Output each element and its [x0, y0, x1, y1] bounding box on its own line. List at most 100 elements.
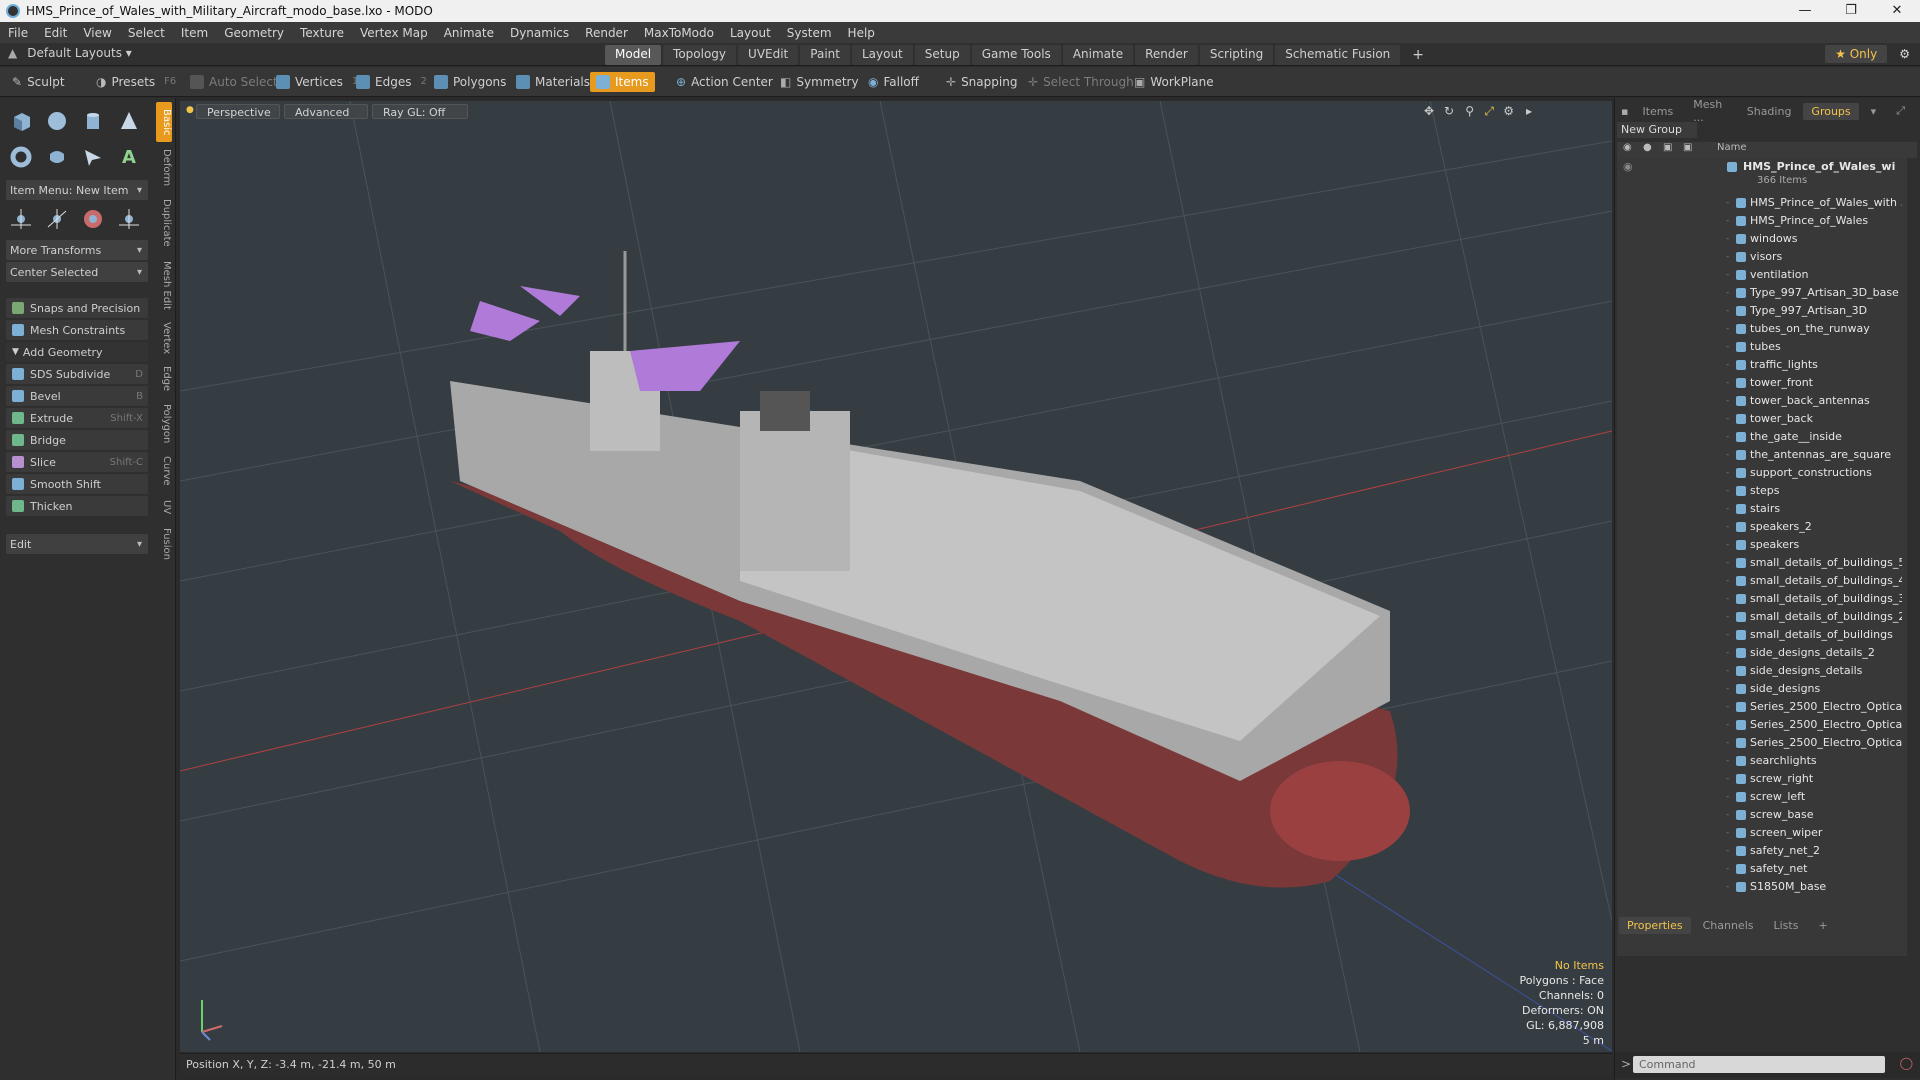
- workplane-button[interactable]: ▣ WorkPlane: [1128, 72, 1220, 92]
- pen-icon[interactable]: [80, 144, 106, 170]
- capsule-icon[interactable]: [44, 144, 70, 170]
- menu-geometry[interactable]: Geometry: [216, 26, 292, 40]
- maximize-button[interactable]: ❐: [1828, 0, 1874, 22]
- menu-layout[interactable]: Layout: [722, 26, 779, 40]
- action-center-button[interactable]: ⊕ Action Center: [670, 72, 779, 92]
- menu-animate[interactable]: Animate: [436, 26, 502, 40]
- minimize-button[interactable]: —: [1782, 0, 1828, 22]
- vtab-deform[interactable]: Deform: [156, 146, 172, 190]
- panel-menu-icon[interactable]: ▪: [1619, 105, 1630, 118]
- tree-item-row[interactable]: - HMS_Prince_of_Wales_with ...: [1617, 194, 1907, 212]
- tab-shading[interactable]: Shading: [1739, 103, 1800, 120]
- slice-button[interactable]: Slice Shift-C: [6, 452, 148, 472]
- tree-item-row[interactable]: - tower_front: [1617, 374, 1907, 392]
- auto-select-button[interactable]: Auto Select: [184, 72, 284, 92]
- menu-render[interactable]: Render: [577, 26, 636, 40]
- name-column-header[interactable]: Name: [1717, 142, 1747, 153]
- tree-item-row[interactable]: - screw_base: [1617, 806, 1907, 824]
- lock-column-icon[interactable]: ▣: [1663, 142, 1672, 153]
- add-tab-button[interactable]: +: [1402, 45, 1434, 65]
- menu-view[interactable]: View: [75, 26, 119, 40]
- tree-item-row[interactable]: - small_details_of_buildings_5: [1617, 554, 1907, 572]
- tree-item-row[interactable]: - tower_back: [1617, 410, 1907, 428]
- smooth-shift-button[interactable]: Smooth Shift: [6, 474, 148, 494]
- tree-item-row[interactable]: - tubes_on_the_runway: [1617, 320, 1907, 338]
- edges-button[interactable]: Edges 2: [350, 72, 433, 92]
- scale-icon[interactable]: [80, 206, 106, 232]
- snaps-precision-button[interactable]: Snaps and Precision: [6, 298, 148, 318]
- add-geometry-header[interactable]: ▼ Add Geometry: [6, 342, 148, 362]
- tab-render[interactable]: Render: [1135, 45, 1198, 65]
- menu-vertex-map[interactable]: Vertex Map: [352, 26, 436, 40]
- cone-icon[interactable]: [116, 108, 142, 134]
- symmetry-button[interactable]: ◧ Symmetry: [774, 72, 865, 92]
- bridge-button[interactable]: Bridge: [6, 430, 148, 450]
- tree-item-row[interactable]: - support_constructions: [1617, 464, 1907, 482]
- tree-item-row[interactable]: - screw_right: [1617, 770, 1907, 788]
- command-history-icon[interactable]: ◯: [1900, 1056, 1913, 1070]
- select-column-icon[interactable]: ▣: [1683, 142, 1692, 153]
- falloff-button[interactable]: ◉ Falloff: [862, 72, 925, 92]
- rotate-icon[interactable]: [44, 206, 70, 232]
- tree-item-row[interactable]: - small_details_of_buildings_4: [1617, 572, 1907, 590]
- edit-dropdown[interactable]: Edit: [6, 534, 148, 554]
- tree-item-row[interactable]: - the_antennas_are_square: [1617, 446, 1907, 464]
- zoom-icon[interactable]: ⚲: [1465, 104, 1474, 118]
- tree-item-row[interactable]: - speakers_2: [1617, 518, 1907, 536]
- tab-properties[interactable]: Properties: [1619, 916, 1691, 934]
- tab-model[interactable]: Model: [605, 45, 662, 65]
- tab-schematic-fusion[interactable]: Schematic Fusion: [1275, 45, 1401, 65]
- cylinder-icon[interactable]: [80, 108, 106, 134]
- torus-icon[interactable]: [8, 144, 34, 170]
- sphere-icon[interactable]: [44, 108, 70, 134]
- tab-items[interactable]: Items: [1634, 103, 1681, 120]
- more-transforms-dropdown[interactable]: More Transforms: [6, 240, 148, 260]
- menu-dynamics[interactable]: Dynamics: [502, 26, 577, 40]
- item-menu-dropdown[interactable]: Item Menu: New Item: [6, 180, 148, 200]
- vtab-mesh-edit[interactable]: Mesh Edit: [156, 256, 172, 314]
- thicken-button[interactable]: Thicken: [6, 496, 148, 516]
- menu-texture[interactable]: Texture: [292, 26, 352, 40]
- tab-paint[interactable]: Paint: [800, 45, 850, 65]
- tree-item-row[interactable]: - side_designs: [1617, 680, 1907, 698]
- sds-subdivide-button[interactable]: SDS Subdivide D: [6, 364, 148, 384]
- tree-item-row[interactable]: - small_details_of_buildings_3: [1617, 590, 1907, 608]
- extrude-button[interactable]: Extrude Shift-X: [6, 408, 148, 428]
- render-column-icon[interactable]: ●: [1643, 142, 1652, 153]
- tree-item-row[interactable]: - small_details_of_buildings_2: [1617, 608, 1907, 626]
- menu-maxtomodo[interactable]: MaxToModo: [636, 26, 722, 40]
- visibility-column-icon[interactable]: ◉: [1623, 142, 1632, 153]
- fit-icon[interactable]: ⤢: [1484, 104, 1494, 119]
- tab-groups[interactable]: Groups: [1803, 102, 1859, 120]
- vtab-edge[interactable]: Edge: [156, 362, 172, 396]
- bevel-button[interactable]: Bevel B: [6, 386, 148, 406]
- gear-icon[interactable]: ⚙: [1899, 47, 1910, 61]
- tabs-dropdown-icon[interactable]: ▾: [1863, 103, 1885, 120]
- sculpt-button[interactable]: ✎ Sculpt: [6, 72, 71, 92]
- viewport-expand-icon[interactable]: ▸: [1526, 104, 1532, 118]
- vtab-duplicate[interactable]: Duplicate: [156, 194, 172, 252]
- presets-button[interactable]: ◑ Presets F6: [90, 72, 182, 92]
- tree-item-row[interactable]: - speakers: [1617, 536, 1907, 554]
- tab-uvedit[interactable]: UVEdit: [738, 45, 799, 65]
- perspective-button[interactable]: Perspective: [196, 104, 280, 119]
- tree-item-row[interactable]: - steps: [1617, 482, 1907, 500]
- tree-item-row[interactable]: - Series_2500_Electro_Optica...: [1617, 716, 1907, 734]
- tree-item-row[interactable]: - tower_back_antennas: [1617, 392, 1907, 410]
- raygl-button[interactable]: Ray GL: Off: [372, 104, 468, 119]
- tree-item-row[interactable]: - the_gate__inside: [1617, 428, 1907, 446]
- new-group-button[interactable]: New Group: [1617, 122, 1697, 138]
- select-through-button[interactable]: ✛ Select Through: [1022, 72, 1140, 92]
- viewport-menu-icon[interactable]: ●: [186, 105, 194, 115]
- tree-item-row[interactable]: - Type_997_Artisan_3D: [1617, 302, 1907, 320]
- tree-item-row[interactable]: - side_designs_details_2: [1617, 644, 1907, 662]
- tree-item-row[interactable]: - HMS_Prince_of_Wales: [1617, 212, 1907, 230]
- default-layouts-dropdown[interactable]: Default Layouts ▾: [27, 46, 132, 60]
- pan-icon[interactable]: ✥: [1424, 104, 1434, 118]
- vtab-curve[interactable]: Curve: [156, 452, 172, 490]
- move-icon[interactable]: [8, 206, 34, 232]
- tab-channels[interactable]: Channels: [1695, 917, 1762, 934]
- tab-scripting[interactable]: Scripting: [1199, 45, 1274, 65]
- materials-button[interactable]: Materials: [510, 72, 596, 92]
- tree-item-row[interactable]: - Type_997_Artisan_3D_base: [1617, 284, 1907, 302]
